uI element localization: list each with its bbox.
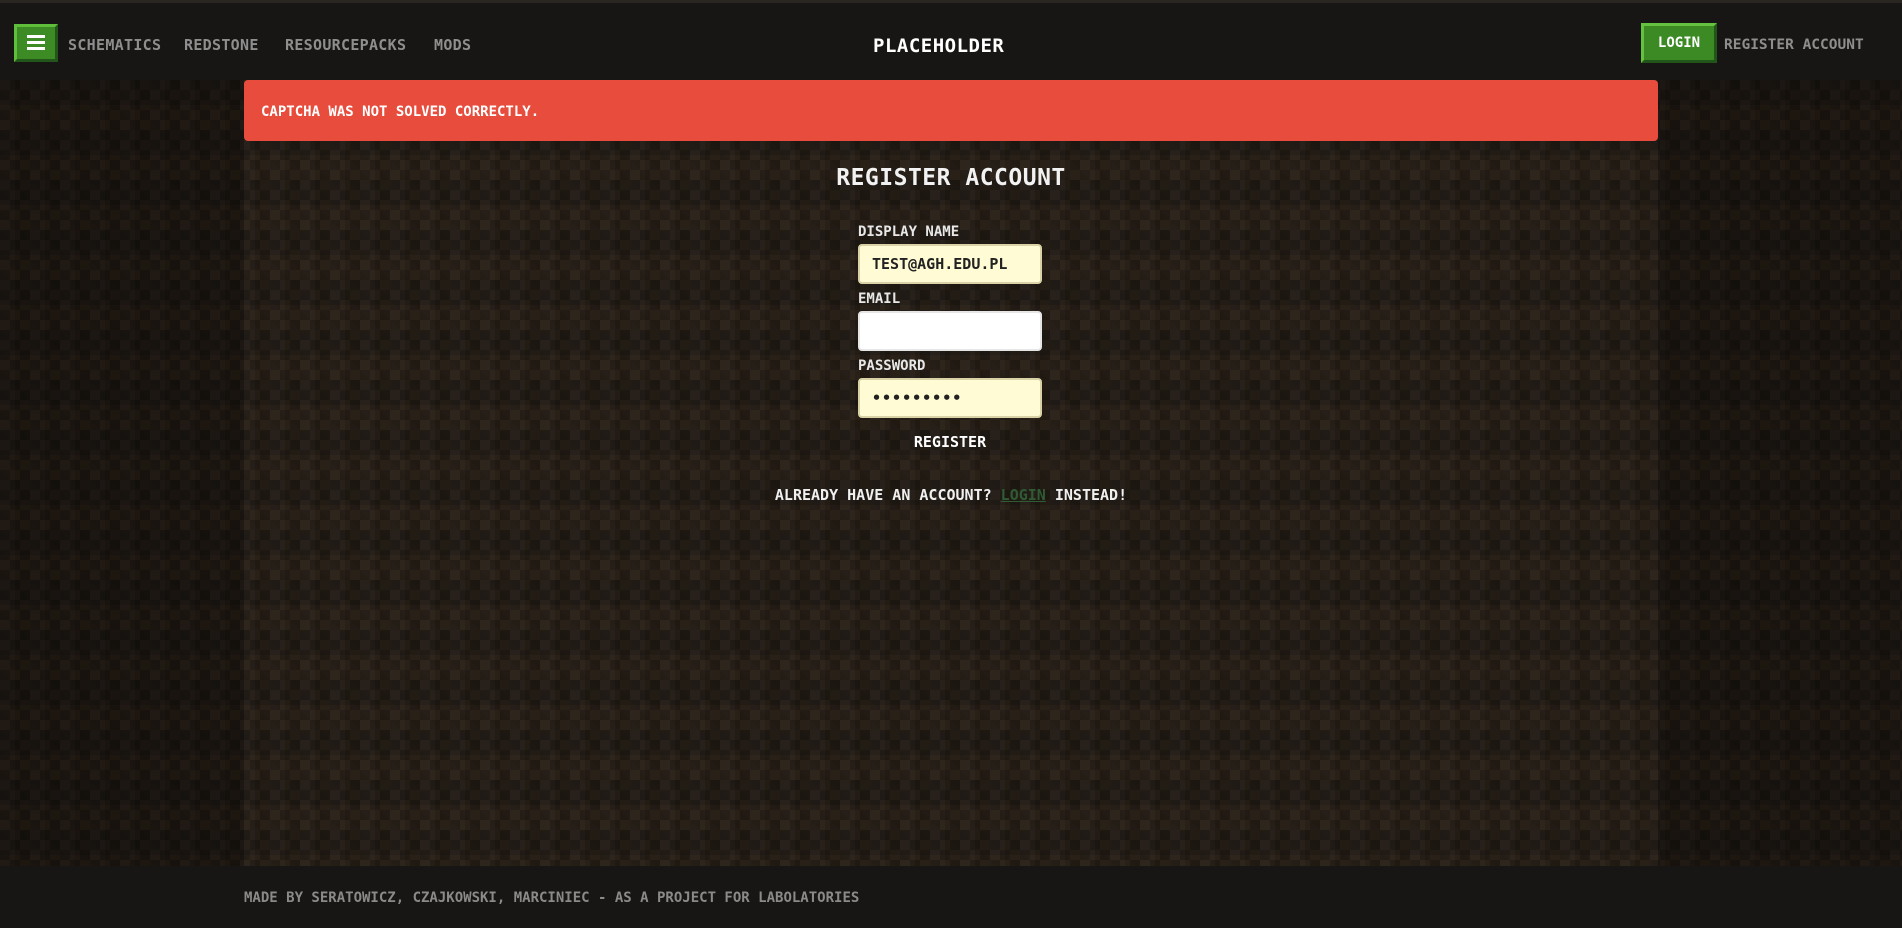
page-title: REGISTER ACCOUNT [836,165,1066,191]
background-shade-left [0,80,244,866]
login-instead-line: ALREADY HAVE AN ACCOUNT? LOGIN INSTEAD! [0,486,1902,504]
hamburger-icon[interactable] [14,24,58,62]
password-label: PASSWORD [858,358,926,374]
login-instead-suffix: INSTEAD! [1054,486,1128,504]
site-title[interactable]: PLACEHOLDER [873,35,1004,57]
error-alert-message: CAPTCHA WAS NOT SOLVED CORRECTLY. [261,104,540,120]
page-background [0,80,1902,866]
error-alert: CAPTCHA WAS NOT SOLVED CORRECTLY. [244,80,1658,141]
hamburger-bar [27,47,45,50]
register-button[interactable]: REGISTER [900,432,1000,452]
hamburger-bar [27,41,45,44]
top-navbar: SCHEMATICS REDSTONE RESOURCEPACKS MODS P… [0,0,1902,80]
display-name-field[interactable] [858,244,1042,284]
password-field[interactable] [858,378,1042,418]
footer: MADE BY SERATOWICZ, CZAJKOWSKI, MARCINIE… [0,866,1902,928]
register-account-link[interactable]: REGISTER ACCOUNT [1724,36,1864,54]
hamburger-bar [27,35,45,38]
background-shade-right [1658,80,1902,866]
footer-credits: MADE BY SERATOWICZ, CZAJKOWSKI, MARCINIE… [244,890,860,906]
nav-link-mods[interactable]: MODS [434,36,471,54]
email-field[interactable] [858,311,1042,351]
nav-link-resourcepacks[interactable]: RESOURCEPACKS [285,36,406,54]
nav-link-schematics[interactable]: SCHEMATICS [68,36,161,54]
nav-link-redstone[interactable]: REDSTONE [184,36,259,54]
display-name-label: DISPLAY NAME [858,224,960,240]
login-instead-prefix: ALREADY HAVE AN ACCOUNT? [774,486,992,504]
login-button[interactable]: LOGIN [1641,23,1717,63]
email-label: EMAIL [858,291,901,307]
login-instead-link[interactable]: LOGIN [1001,486,1046,504]
